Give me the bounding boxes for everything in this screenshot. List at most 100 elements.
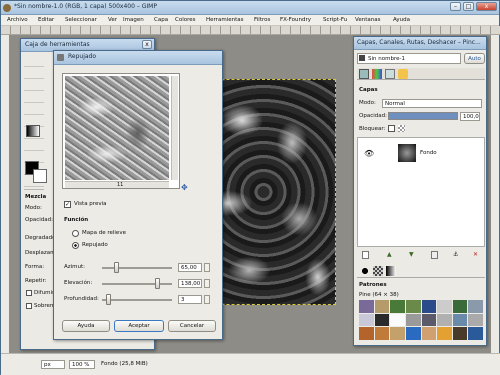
menu-colores[interactable]: Colores xyxy=(175,17,196,23)
gradient-tool-icon[interactable] xyxy=(26,125,40,137)
opacity-bar[interactable] xyxy=(388,112,458,120)
menu-ver[interactable]: Ver xyxy=(108,17,117,23)
pattern-swatch[interactable] xyxy=(390,327,405,340)
menu-seleccionar[interactable]: Seleccionar xyxy=(65,17,97,23)
azimuth-slider-track[interactable] xyxy=(102,267,172,269)
dialog-icon xyxy=(57,54,64,61)
menu-filtros[interactable]: Filtros xyxy=(254,17,270,23)
navigate-icon[interactable]: ✥ xyxy=(181,183,188,192)
help-button[interactable]: Ayuda xyxy=(62,320,110,332)
image-selector[interactable]: Sin nombre-1 xyxy=(357,53,461,64)
pattern-swatch[interactable] xyxy=(437,300,452,313)
mode-select[interactable]: Normal xyxy=(382,99,482,108)
raise-layer-icon[interactable]: ▲ xyxy=(387,251,392,258)
pattern-swatch[interactable] xyxy=(421,313,437,327)
pattern-swatch[interactable] xyxy=(437,327,452,340)
menu-herramientas[interactable]: Herramientas xyxy=(206,17,243,23)
option-shape-label: Forma: xyxy=(25,264,45,270)
dither-checkbox[interactable] xyxy=(26,290,32,296)
delete-layer-icon[interactable]: ✕ xyxy=(473,251,478,258)
status-text: Fondo (25,8 MiB) xyxy=(101,361,148,367)
unit-select[interactable]: px xyxy=(41,360,65,369)
depth-spinner[interactable] xyxy=(204,295,210,304)
pattern-swatch[interactable] xyxy=(452,327,468,340)
emboss-titlebar[interactable]: Repujado xyxy=(54,51,222,65)
gradient-tab-icon[interactable] xyxy=(386,266,396,276)
preview-checkbox[interactable]: ✓ xyxy=(64,201,71,208)
layer-row[interactable]: 👁 Fondo xyxy=(358,142,484,164)
opacity-value[interactable]: 100,0 xyxy=(460,112,480,121)
pattern-swatch[interactable] xyxy=(390,300,405,313)
maximize-button[interactable]: □ xyxy=(463,2,474,11)
depth-slider-track[interactable] xyxy=(102,299,172,301)
pattern-swatch[interactable] xyxy=(421,327,437,340)
menu-capa[interactable]: Capa xyxy=(154,17,168,23)
radio-bump-map[interactable] xyxy=(72,230,79,237)
layers-titlebar[interactable]: Capas, Canales, Rutas, Deshacer – Pinc..… xyxy=(354,37,486,50)
preview-vscroll[interactable] xyxy=(171,76,178,180)
anchor-icon[interactable]: ⚓ xyxy=(453,251,458,258)
pattern-swatch[interactable] xyxy=(452,313,468,327)
pattern-swatch[interactable] xyxy=(374,313,390,327)
pattern-swatch[interactable] xyxy=(421,300,437,313)
lock-pixels-checkbox[interactable] xyxy=(388,125,395,132)
azimuth-slider-handle[interactable] xyxy=(114,262,119,273)
menu-ventanas[interactable]: Ventanas xyxy=(355,17,380,23)
pattern-swatch[interactable] xyxy=(405,313,421,327)
pattern-swatch[interactable] xyxy=(468,300,483,313)
depth-value[interactable]: 3 xyxy=(178,295,202,304)
azimuth-spinner[interactable] xyxy=(204,263,210,272)
pattern-tab-icon[interactable] xyxy=(373,266,383,276)
pattern-swatch[interactable] xyxy=(374,327,390,340)
pattern-swatch[interactable] xyxy=(405,327,421,340)
pattern-swatch[interactable] xyxy=(359,313,374,327)
depth-slider-handle[interactable] xyxy=(106,294,111,305)
tab-undo-icon[interactable] xyxy=(398,69,408,79)
pattern-swatch[interactable] xyxy=(359,327,374,340)
pattern-swatch[interactable] xyxy=(468,327,483,340)
ok-button[interactable]: Aceptar xyxy=(114,320,164,332)
lock-alpha-icon[interactable] xyxy=(398,125,405,132)
elevation-slider-track[interactable] xyxy=(102,283,172,285)
supersample-checkbox[interactable] xyxy=(26,303,32,309)
lower-layer-icon[interactable]: ▼ xyxy=(409,251,414,258)
new-layer-icon[interactable] xyxy=(362,251,369,259)
duplicate-layer-icon[interactable] xyxy=(431,251,438,259)
pattern-swatch[interactable] xyxy=(359,300,374,313)
zoom-select[interactable]: 100 % xyxy=(69,360,95,369)
close-button[interactable]: x xyxy=(476,2,497,11)
tab-channels-icon[interactable] xyxy=(372,69,382,79)
pattern-swatch[interactable] xyxy=(437,313,452,327)
option-repeat-label: Repetir: xyxy=(25,278,47,284)
pattern-swatch[interactable] xyxy=(452,300,468,313)
menu-fx-foundry[interactable]: FX-Foundry xyxy=(280,17,311,23)
elevation-slider-handle[interactable] xyxy=(155,278,160,289)
menu-imagen[interactable]: Imagen xyxy=(123,17,144,23)
preview-image xyxy=(65,76,169,180)
pattern-swatch[interactable] xyxy=(468,313,483,327)
minimize-button[interactable]: – xyxy=(450,2,461,11)
azimuth-value[interactable]: 65,00 xyxy=(178,263,202,272)
toolbox-close-button[interactable]: x xyxy=(142,40,152,49)
radio-emboss[interactable] xyxy=(72,242,79,249)
pattern-swatch[interactable] xyxy=(390,313,405,327)
elevation-value[interactable]: 138,00 xyxy=(178,279,202,288)
menu-script-fu[interactable]: Script-Fu xyxy=(323,17,347,23)
auto-button[interactable]: Auto xyxy=(464,53,485,64)
pattern-swatch[interactable] xyxy=(374,300,390,313)
main-titlebar[interactable]: *Sin nombre-1.0 (RGB, 1 capa) 500x400 – … xyxy=(1,1,499,15)
gimp-logo-icon xyxy=(3,4,11,12)
menu-archivo[interactable]: Archivo xyxy=(7,17,28,23)
pattern-swatch[interactable] xyxy=(405,300,421,313)
eye-icon[interactable]: 👁 xyxy=(364,149,374,158)
cancel-button[interactable]: Cancelar xyxy=(168,320,216,332)
menu-editar[interactable]: Editar xyxy=(38,17,54,23)
pattern-grid[interactable] xyxy=(359,300,483,340)
tab-paths-icon[interactable] xyxy=(385,69,395,79)
elevation-spinner[interactable] xyxy=(204,279,210,288)
background-color[interactable] xyxy=(33,169,47,183)
tab-layers-icon[interactable] xyxy=(359,69,369,79)
brush-tab-icon[interactable] xyxy=(360,266,370,276)
menu-ayuda[interactable]: Ayuda xyxy=(393,17,410,23)
preview-hscroll[interactable]: 11 xyxy=(65,181,169,188)
